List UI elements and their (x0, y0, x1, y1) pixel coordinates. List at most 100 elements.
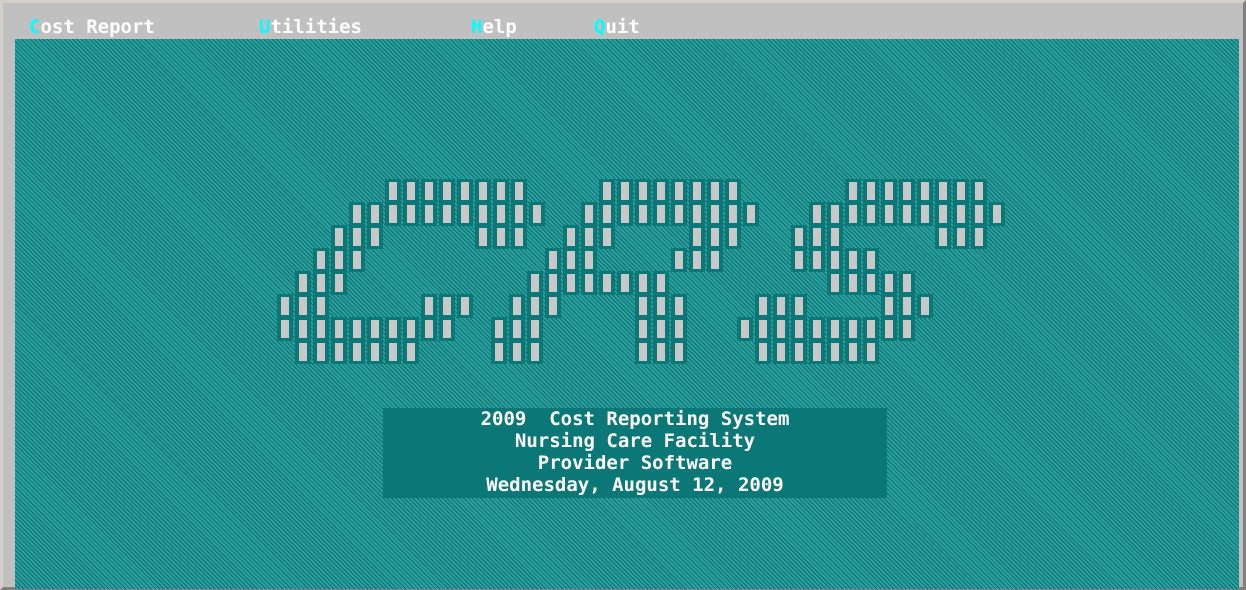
logo-block-fill (461, 297, 469, 315)
logo-block (493, 179, 509, 203)
logo-block-fill (425, 182, 433, 200)
logo-block-fill (939, 182, 947, 200)
logo-block-fill (759, 297, 767, 315)
logo-block-fill (795, 297, 803, 315)
logo-block-fill (515, 205, 523, 223)
menu-help-label: elp (482, 16, 517, 38)
logo-block-fill (729, 228, 737, 246)
logo-block (511, 202, 527, 226)
menu-help-hotkey: H (471, 16, 483, 38)
logo-block-fill (729, 182, 737, 200)
logo-block (331, 317, 347, 341)
logo-block-fill (657, 205, 665, 223)
logo-block (971, 225, 987, 249)
logo-block-fill (885, 274, 893, 292)
logo-block (689, 179, 705, 203)
logo-block (527, 271, 543, 295)
system-title: 2009 Cost Reporting System (480, 408, 790, 430)
logo-block-fill (585, 274, 593, 292)
logo-block (331, 225, 347, 249)
splash-info-box: 2009 Cost Reporting System Nursing Care … (383, 408, 887, 498)
logo-block-fill (693, 228, 701, 246)
logo-block-fill (639, 297, 647, 315)
logo-block-fill (813, 228, 821, 246)
logo-block-fill (867, 343, 875, 361)
logo-block-fill (921, 182, 929, 200)
logo-block-fill (621, 205, 629, 223)
logo-block (385, 179, 401, 203)
logo-block-fill (693, 182, 701, 200)
logo-block-fill (849, 205, 857, 223)
logo-block-fill (795, 320, 803, 338)
logo-block (863, 179, 879, 203)
logo-block (635, 317, 651, 341)
logo-block-fill (443, 297, 451, 315)
logo-block-fill (849, 320, 857, 338)
logo-block (349, 202, 365, 226)
logo-block-fill (531, 274, 539, 292)
logo-block (563, 225, 579, 249)
logo-block-fill (831, 251, 839, 269)
logo-block (827, 340, 843, 364)
logo-block (653, 294, 669, 318)
logo-block-fill (777, 343, 785, 361)
logo-block (953, 202, 969, 226)
logo-block-fill (675, 251, 683, 269)
logo-block-fill (317, 320, 325, 338)
logo-block-fill (831, 228, 839, 246)
logo-block-fill (407, 182, 415, 200)
logo-block-fill (371, 343, 379, 361)
logo-block-fill (549, 297, 557, 315)
logo-block (755, 294, 771, 318)
logo-block (439, 294, 455, 318)
logo-block-fill (353, 320, 361, 338)
logo-block (953, 225, 969, 249)
logo-block-fill (849, 251, 857, 269)
menu-utilities[interactable]: Utilities (259, 15, 362, 39)
logo-block (421, 179, 437, 203)
logo-block-fill (479, 182, 487, 200)
logo-block (809, 248, 825, 272)
logo-block (809, 225, 825, 249)
logo-block (527, 317, 543, 341)
logo-block-fill (389, 205, 397, 223)
logo-block (295, 340, 311, 364)
logo-block-fill (497, 182, 505, 200)
logo-block-fill (795, 251, 803, 269)
logo-block (707, 202, 723, 226)
logo-block (457, 294, 473, 318)
logo-block (863, 248, 879, 272)
logo-block-fill (515, 228, 523, 246)
logo-block-fill (657, 274, 665, 292)
logo-block (313, 317, 329, 341)
logo-block-fill (867, 274, 875, 292)
logo-block-fill (885, 182, 893, 200)
logo-block-fill (729, 205, 737, 223)
logo-block (773, 340, 789, 364)
menu-help[interactable]: Help (471, 15, 517, 39)
logo-block (581, 202, 597, 226)
logo-block-fill (531, 343, 539, 361)
logo-block (421, 202, 437, 226)
logo-block-fill (747, 205, 755, 223)
logo-block-fill (531, 320, 539, 338)
logo-block-fill (921, 297, 929, 315)
logo-block-fill (567, 228, 575, 246)
logo-block-fill (657, 182, 665, 200)
logo-block-fill (513, 297, 521, 315)
logo-block-fill (335, 228, 343, 246)
logo-block-fill (675, 297, 683, 315)
logo-block (881, 179, 897, 203)
logo-block (277, 294, 293, 318)
menu-quit[interactable]: Quit (594, 15, 640, 39)
logo-block-fill (531, 297, 539, 315)
logo-block-fill (993, 205, 1001, 223)
menu-cost-report[interactable]: Cost Report (29, 15, 155, 39)
logo-block-fill (389, 343, 397, 361)
logo-block-fill (371, 205, 379, 223)
logo-block (599, 225, 615, 249)
logo-block (313, 248, 329, 272)
logo-block-fill (711, 205, 719, 223)
logo-block-fill (675, 320, 683, 338)
logo-block (755, 340, 771, 364)
